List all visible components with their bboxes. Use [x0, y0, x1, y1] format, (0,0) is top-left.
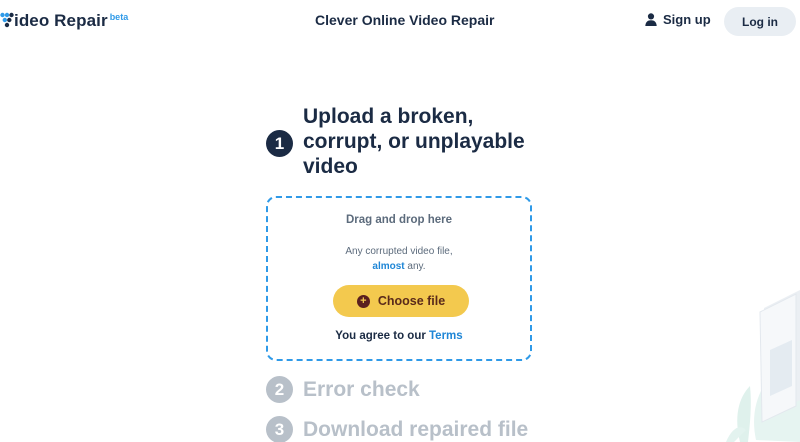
upload-dropzone[interactable]: Drag and drop here Any corrupted video f… [266, 196, 532, 361]
step-2-number: 2 [266, 376, 293, 403]
choose-file-label: Choose file [377, 294, 446, 308]
beta-badge: beta [109, 12, 129, 22]
plus-circle-icon: + [356, 294, 370, 308]
dropzone-desc-rest: any. [404, 261, 426, 272]
choose-file-button[interactable]: + Choose file [333, 285, 469, 317]
signup-label: Sign up [663, 12, 711, 27]
step-1-title: Upload a broken, corrupt, or unplayable … [303, 105, 525, 178]
signup-link[interactable]: Sign up [645, 12, 711, 27]
header: ideo Repair beta Clever Online Video Rep… [0, 0, 800, 42]
dropzone-desc-line1: Any corrupted video file, [345, 246, 453, 257]
step-3-number: 3 [266, 416, 293, 442]
step-3-title: Download repaired file [303, 418, 529, 441]
decorative-illustration [726, 290, 800, 442]
dropzone-description: Any corrupted video file, almost any. [268, 244, 530, 274]
terms-prefix: You agree to our [335, 330, 430, 342]
logo-text: ideo Repair [14, 11, 108, 30]
dropzone-title: Drag and drop here [345, 214, 453, 226]
user-icon [645, 13, 657, 26]
site-title: Clever Online Video Repair [315, 12, 495, 28]
login-button[interactable]: Log in [724, 7, 796, 36]
logo[interactable]: ideo Repair beta [0, 8, 128, 34]
step-2-title: Error check [303, 378, 420, 401]
logo-dots-icon [0, 12, 14, 28]
almost-link[interactable]: almost [372, 261, 404, 272]
terms-notice: You agree to our Terms [268, 330, 530, 342]
step-1-number: 1 [266, 130, 293, 157]
terms-link[interactable]: Terms [429, 330, 463, 342]
dropzone-desc-line2: almost any. [268, 259, 530, 274]
